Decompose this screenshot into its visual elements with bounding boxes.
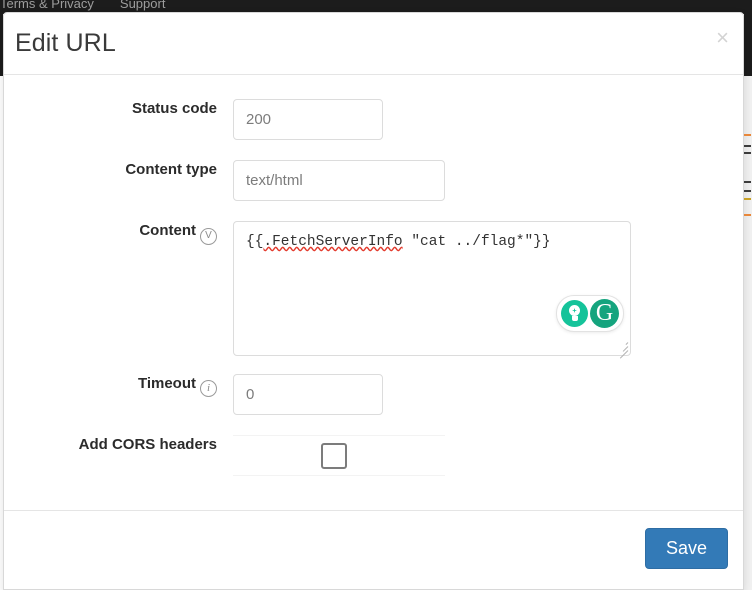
- screen-root: Terms & Privacy Support Edit URL × Statu…: [0, 0, 752, 590]
- form-row-timeout: Timeout i: [4, 374, 743, 415]
- scrollbar-mark: [744, 181, 751, 183]
- circled-v-icon[interactable]: V: [200, 228, 217, 245]
- modal-header: Edit URL ×: [4, 13, 743, 75]
- lightbulb-icon[interactable]: [561, 300, 588, 327]
- page-title: Edit URL: [15, 29, 116, 57]
- status-code-input[interactable]: [233, 99, 383, 140]
- save-button[interactable]: Save: [644, 528, 728, 569]
- circled-info-icon[interactable]: i: [200, 380, 217, 397]
- cors-checkbox[interactable]: [321, 443, 347, 469]
- cors-field-wrapper: [233, 435, 445, 476]
- close-icon[interactable]: ×: [716, 27, 729, 49]
- content-type-label: Content type: [125, 161, 217, 178]
- grammarly-widget[interactable]: G: [556, 295, 624, 332]
- scrollbar-mark: [744, 198, 751, 200]
- grammarly-logo-icon[interactable]: G: [590, 299, 619, 328]
- modal-footer: Save: [4, 510, 743, 589]
- content-field-wrapper: {{.FetchServerInfo "cat ../flag*"}} G: [233, 221, 631, 359]
- scrollbar-mark: [744, 152, 751, 154]
- form-row-content-type: Content type: [4, 160, 743, 201]
- content-label: Content V: [4, 221, 233, 245]
- content-type-input[interactable]: [233, 160, 445, 201]
- scrollbar-mark: [744, 190, 751, 192]
- timeout-input[interactable]: [233, 374, 383, 415]
- form-row-content: Content V {{.FetchServerInfo "cat ../flag…: [4, 221, 743, 359]
- scrollbar-mark: [744, 145, 751, 147]
- content-textarea[interactable]: [233, 221, 631, 356]
- spark-icon: [572, 308, 577, 313]
- scrollbar-mark: [744, 134, 751, 136]
- page-background-right-strip: [744, 0, 752, 76]
- cors-label: Add CORS headers: [78, 436, 217, 453]
- edit-url-modal: Edit URL × Status code Content type Cont…: [3, 12, 744, 590]
- timeout-label: Timeout i: [4, 374, 233, 397]
- timeout-label-text: Timeout: [137, 375, 196, 392]
- content-label-text: Content: [139, 222, 196, 239]
- scrollbar-mark: [744, 214, 751, 216]
- modal-body: Status code Content type ContentV {{.Fet…: [4, 75, 743, 510]
- form-row-cors: Add CORS headers: [4, 435, 743, 476]
- form-row-status-code: Status code: [4, 99, 743, 140]
- status-code-label: Status code: [131, 100, 217, 117]
